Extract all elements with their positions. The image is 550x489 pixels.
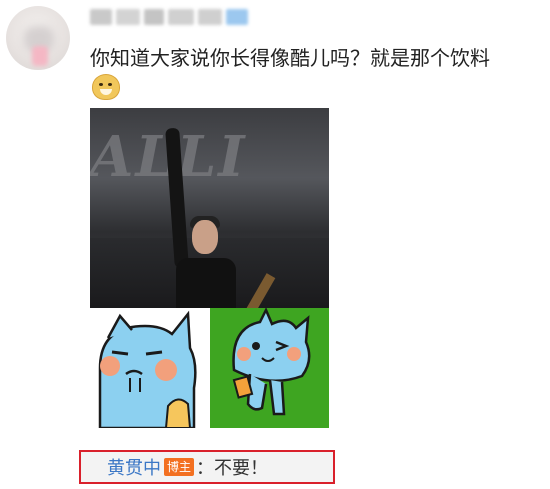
user-avatar[interactable]: [6, 6, 70, 70]
post-text: 你知道大家说你长得像酷儿吗？就是那个饮料: [90, 46, 490, 70]
blur-block: [116, 9, 140, 25]
post-photo-performer[interactable]: ALLI: [90, 108, 329, 308]
verified-badge-blurred: [226, 9, 248, 25]
blur-block: [144, 9, 164, 25]
photo-body: [176, 258, 236, 308]
doge-eye: [108, 83, 112, 86]
blogger-badge: 博主: [164, 458, 195, 476]
blur-block: [198, 9, 222, 25]
photo-head: [192, 220, 218, 254]
juice-cat-illustration: [232, 308, 311, 416]
doge-emoji-icon: [92, 74, 120, 100]
doge-eye: [99, 83, 103, 86]
blur-block: [168, 9, 194, 25]
photo-background-sign: ALLI: [90, 124, 329, 190]
doge-muzzle: [100, 89, 112, 95]
post-image-cat-sleepy[interactable]: [90, 308, 208, 428]
comment-author-link[interactable]: 黄贯中: [107, 454, 161, 480]
comment-text: ：不要！: [196, 458, 269, 479]
sleepy-cat-illustration: [98, 310, 197, 428]
username-blurred[interactable]: [90, 8, 248, 26]
blur-block: [90, 9, 112, 25]
avatar-blur-accent: [32, 46, 48, 66]
blogger-reply-comment: 黄贯中 博主 ：不要！: [107, 454, 269, 480]
post-image-cat-juice[interactable]: [210, 308, 329, 428]
